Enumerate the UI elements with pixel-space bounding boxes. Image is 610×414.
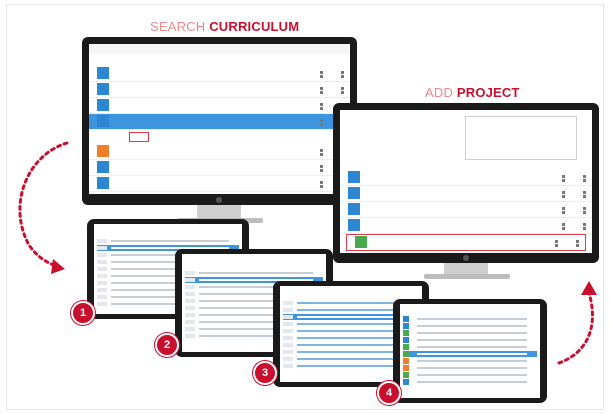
heading-search-word: SEARCH [150, 19, 210, 34]
step-2-badge: 2 [155, 333, 179, 357]
monitor-add-project-screen [340, 110, 592, 253]
search-curriculum-heading: SEARCH CURRICULUM [150, 19, 299, 34]
illustration-frame: SEARCH CURRICULUM ADD PROJECT 1 2 3 4 [6, 4, 604, 410]
heading-project-word: PROJECT [456, 85, 520, 100]
tablet-step-4-screen [400, 304, 540, 398]
heading-curriculum-word: CURRICULUM [209, 19, 300, 34]
add-project-heading: ADD PROJECT [425, 85, 520, 100]
step-3-badge: 3 [253, 361, 277, 385]
right-dotted-arrow-icon [557, 281, 597, 365]
left-dotted-arrow-icon [18, 141, 69, 274]
monitor-search-screen [89, 44, 350, 194]
monitor-search [82, 37, 362, 227]
monitor-add-project [333, 103, 603, 283]
step-1-badge: 1 [71, 301, 95, 325]
heading-add-word: ADD [425, 85, 457, 100]
tablet-step-4 [393, 299, 547, 403]
step-4-badge: 4 [377, 381, 401, 405]
